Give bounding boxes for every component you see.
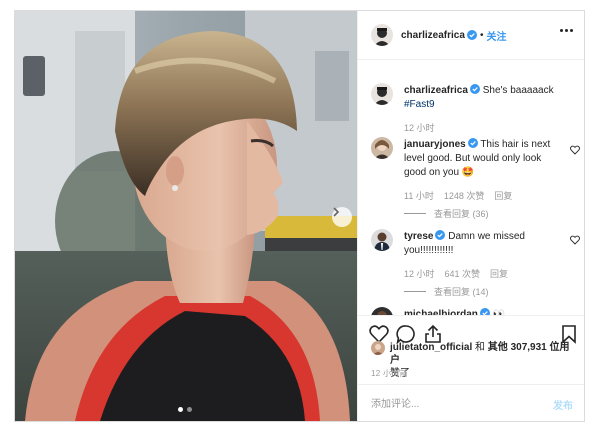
- heart-icon[interactable]: [570, 145, 580, 155]
- author-name-row: charlizeafrica • 关注: [401, 28, 506, 43]
- author-avatar[interactable]: [371, 24, 393, 46]
- verified-badge-icon: [466, 30, 477, 40]
- commenter-avatar[interactable]: [371, 229, 393, 251]
- comment-text: michaelbjordan 👀: [404, 308, 554, 315]
- caption-hashtag[interactable]: #Fast9: [404, 99, 435, 110]
- avatar-image: [371, 307, 393, 315]
- comment-input[interactable]: [371, 396, 531, 412]
- portrait-image: [15, 11, 357, 421]
- commenter-avatar[interactable]: [371, 137, 393, 159]
- caption-time: 12 小时: [404, 123, 435, 133]
- avatar-image: [371, 229, 393, 251]
- verified-badge-icon: [479, 308, 490, 315]
- comment-likes[interactable]: 1248 次赞: [444, 189, 485, 202]
- commenter-avatar[interactable]: [371, 307, 393, 315]
- post-timestamp: 12 小时前: [371, 369, 408, 378]
- avatar-image: [371, 24, 393, 46]
- add-comment-bar: 发布: [358, 384, 584, 421]
- comment-meta: 11 小时 1248 次赞 回复: [404, 189, 512, 202]
- comment-text: tyrese Damn we missed you!!!!!!!!!!!!: [404, 230, 554, 258]
- chevron-right-icon: [333, 207, 340, 217]
- author-username[interactable]: charlizeafrica: [401, 30, 465, 41]
- next-photo-button[interactable]: [332, 207, 352, 227]
- verified-badge-icon: [467, 138, 478, 148]
- liker-avatar[interactable]: [371, 341, 385, 355]
- likes-text: julietaton_official 和 其他 307,931 位用户 赞了: [390, 341, 576, 380]
- caption-meta: 12 小时: [404, 121, 435, 134]
- comment-likes[interactable]: 641 次赞: [445, 267, 481, 280]
- post-comment-button[interactable]: 发布: [553, 397, 573, 412]
- carousel-indicator: [178, 407, 192, 412]
- caption-username[interactable]: charlizeafrica: [404, 85, 468, 96]
- view-replies-button[interactable]: 查看回复 (36): [404, 207, 489, 220]
- verified-badge-icon: [469, 84, 480, 94]
- carousel-dot: [187, 407, 192, 412]
- avatar-image: [371, 137, 393, 159]
- replies-divider: [404, 213, 426, 214]
- post-photo[interactable]: [15, 11, 357, 421]
- follow-button[interactable]: 关注: [486, 28, 506, 43]
- more-options-icon[interactable]: [560, 29, 573, 32]
- avatar-image: [371, 341, 385, 355]
- post-header: charlizeafrica • 关注: [358, 11, 584, 60]
- heart-icon[interactable]: [570, 235, 580, 245]
- caption-text: charlizeafrica She's baaaaack #Fast9: [404, 84, 554, 112]
- header-separator: •: [479, 29, 484, 41]
- replies-divider: [404, 291, 426, 292]
- caption-body: She's baaaaack: [482, 85, 554, 96]
- reply-button[interactable]: 回复: [490, 267, 508, 280]
- avatar-image: [371, 83, 393, 105]
- liker-username[interactable]: julietaton_official: [390, 342, 472, 353]
- reply-button[interactable]: 回复: [494, 189, 512, 202]
- comment-time: 11 小时: [404, 191, 434, 201]
- comment-text: januaryjones This hair is next level goo…: [404, 138, 554, 180]
- likes-conj: 和: [475, 342, 486, 353]
- comment-meta: 12 小时 641 次赞 回复: [404, 267, 508, 280]
- view-replies-label: 查看回复 (14): [434, 287, 489, 297]
- verified-badge-icon: [435, 230, 446, 240]
- view-replies-button[interactable]: 查看回复 (14): [404, 285, 489, 298]
- carousel-dot-active: [178, 407, 183, 412]
- comments-list[interactable]: charlizeafrica She's baaaaack #Fast9 12 …: [358, 61, 584, 315]
- post-side-panel: charlizeafrica • 关注 charlizeafrica She's…: [357, 11, 584, 421]
- view-replies-label: 查看回复 (36): [434, 209, 489, 219]
- comment-time: 12 小时: [404, 269, 435, 279]
- comment-username[interactable]: tyrese: [404, 231, 433, 242]
- author-avatar[interactable]: [371, 83, 393, 105]
- comment-username[interactable]: januaryjones: [404, 139, 466, 150]
- instagram-post: charlizeafrica • 关注 charlizeafrica She's…: [14, 10, 585, 422]
